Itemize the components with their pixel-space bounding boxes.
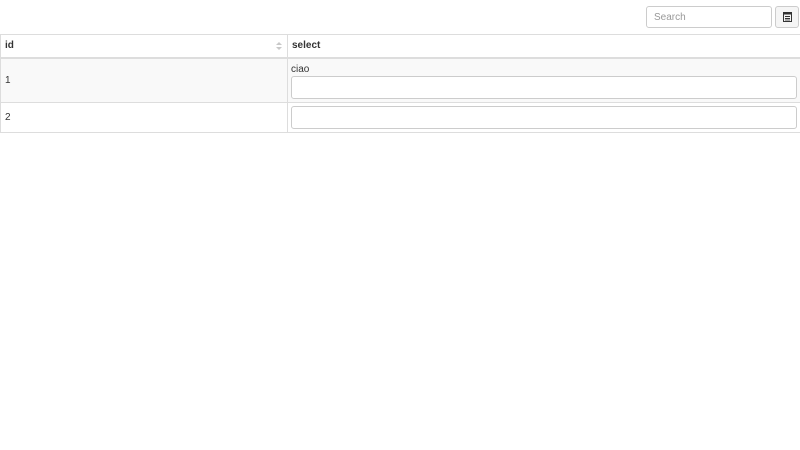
columns-toggle-button[interactable]: [775, 6, 799, 28]
select-field[interactable]: [291, 105, 797, 129]
table-header: id select: [0, 34, 800, 59]
cell-select: ciao: [287, 57, 800, 103]
cell-id: 1: [0, 57, 288, 103]
cell-select: [287, 101, 800, 133]
columns-list-icon: [782, 12, 792, 22]
column-header-id[interactable]: id: [0, 34, 288, 59]
table-toolbar: [646, 6, 799, 28]
sort-both-icon: [276, 41, 282, 50]
table-body: 1 ciao 2: [0, 57, 800, 133]
data-table: id select 1 ciao 2: [0, 34, 800, 133]
select-field[interactable]: [291, 75, 797, 99]
cell-id: 2: [0, 101, 288, 133]
column-header-select: select: [287, 34, 800, 59]
search-input[interactable]: [646, 6, 772, 28]
table-row: 2: [0, 101, 800, 133]
column-header-id-label: id: [5, 40, 14, 52]
select-cell-label: ciao: [291, 63, 310, 75]
table-row: 1 ciao: [0, 57, 800, 103]
column-header-select-label: select: [292, 40, 321, 52]
header-row: id select: [0, 34, 800, 59]
